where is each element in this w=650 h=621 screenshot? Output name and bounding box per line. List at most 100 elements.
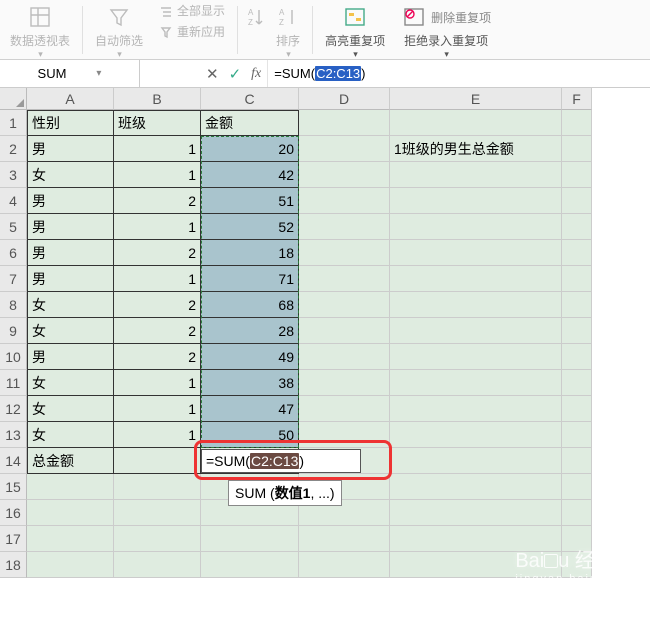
cell-D1[interactable] [299,110,390,136]
rowhead-5[interactable]: 5 [0,214,27,240]
rowhead-11[interactable]: 11 [0,370,27,396]
cell-D10[interactable] [299,344,390,370]
cell-A7[interactable]: 男 [27,266,114,292]
cell-D11[interactable] [299,370,390,396]
cell-E1[interactable] [390,110,562,136]
cell-E8[interactable] [390,292,562,318]
cell-A10[interactable]: 男 [27,344,114,370]
cell-E18[interactable] [390,552,562,578]
cell-D5[interactable] [299,214,390,240]
cell-B1[interactable]: 班级 [114,110,201,136]
cell-D12[interactable] [299,396,390,422]
rowhead-14[interactable]: 14 [0,448,27,474]
cell-F14[interactable] [562,448,592,474]
rowhead-13[interactable]: 13 [0,422,27,448]
cell-C9[interactable]: 28 [201,318,299,344]
cell-B15[interactable] [114,474,201,500]
cell-B5[interactable]: 1 [114,214,201,240]
colhead-A[interactable]: A [27,88,114,110]
rowhead-10[interactable]: 10 [0,344,27,370]
pivot-table-button[interactable]: 数据透视表▾ [4,2,76,60]
rowhead-7[interactable]: 7 [0,266,27,292]
cell-A12[interactable]: 女 [27,396,114,422]
cell-E7[interactable] [390,266,562,292]
cell-A1[interactable]: 性别 [27,110,114,136]
cell-D8[interactable] [299,292,390,318]
colhead-E[interactable]: E [390,88,562,110]
cell-D13[interactable] [299,422,390,448]
cell-B6[interactable]: 2 [114,240,201,266]
rowhead-4[interactable]: 4 [0,188,27,214]
cell-B11[interactable]: 1 [114,370,201,396]
cell-B10[interactable]: 2 [114,344,201,370]
cell-E3[interactable] [390,162,562,188]
cell-D6[interactable] [299,240,390,266]
active-cell-editor[interactable]: =SUM(C2:C13) [201,449,361,473]
rowhead-12[interactable]: 12 [0,396,27,422]
cell-F12[interactable] [562,396,592,422]
cell-D7[interactable] [299,266,390,292]
cell-A4[interactable]: 男 [27,188,114,214]
cell-C10[interactable]: 49 [201,344,299,370]
cell-F18[interactable] [562,552,592,578]
cell-B4[interactable]: 2 [114,188,201,214]
autofilter-button[interactable]: 自动筛选▾ [89,2,149,60]
cell-B8[interactable]: 2 [114,292,201,318]
cell-C7[interactable]: 71 [201,266,299,292]
cell-D4[interactable] [299,188,390,214]
colhead-F[interactable]: F [562,88,592,110]
cell-E4[interactable] [390,188,562,214]
cell-B2[interactable]: 1 [114,136,201,162]
colhead-D[interactable]: D [299,88,390,110]
cell-C2[interactable]: 20 [201,136,299,162]
cell-D3[interactable] [299,162,390,188]
cell-E5[interactable] [390,214,562,240]
cell-A8[interactable]: 女 [27,292,114,318]
cell-E9[interactable] [390,318,562,344]
cancel-button[interactable]: ✕ [206,65,219,83]
cell-A6[interactable]: 男 [27,240,114,266]
cell-C3[interactable]: 42 [201,162,299,188]
rowhead-8[interactable]: 8 [0,292,27,318]
rowhead-16[interactable]: 16 [0,500,27,526]
cell-A18[interactable] [27,552,114,578]
cell-B16[interactable] [114,500,201,526]
cell-C5[interactable]: 52 [201,214,299,240]
cell-A2[interactable]: 男 [27,136,114,162]
cell-A5[interactable]: 男 [27,214,114,240]
cell-F1[interactable] [562,110,592,136]
cell-E15[interactable] [390,474,562,500]
cell-A14[interactable]: 总金额 [27,448,114,474]
showall-button[interactable]: 全部显示 [159,2,225,19]
cell-F9[interactable] [562,318,592,344]
cell-B3[interactable]: 1 [114,162,201,188]
rowhead-15[interactable]: 15 [0,474,27,500]
cell-F3[interactable] [562,162,592,188]
cell-B13[interactable]: 1 [114,422,201,448]
cell-E12[interactable] [390,396,562,422]
cell-E14[interactable] [390,448,562,474]
cell-D17[interactable] [299,526,390,552]
cell-A9[interactable]: 女 [27,318,114,344]
rowhead-1[interactable]: 1 [0,110,27,136]
formula-input[interactable]: =SUM(C2:C13) [268,60,650,87]
cell-E11[interactable] [390,370,562,396]
cell-E16[interactable] [390,500,562,526]
cell-F15[interactable] [562,474,592,500]
colhead-C[interactable]: C [201,88,299,110]
cell-A15[interactable] [27,474,114,500]
cell-B18[interactable] [114,552,201,578]
cell-B9[interactable]: 2 [114,318,201,344]
rowhead-17[interactable]: 17 [0,526,27,552]
cell-E10[interactable] [390,344,562,370]
cell-F4[interactable] [562,188,592,214]
cell-F13[interactable] [562,422,592,448]
highlight-dup-button[interactable]: 高亮重复项▾ [319,2,391,60]
cell-F5[interactable] [562,214,592,240]
reapply-button[interactable]: 重新应用 [159,23,225,40]
cell-C1[interactable]: 金额 [201,110,299,136]
cell-D2[interactable] [299,136,390,162]
rowhead-6[interactable]: 6 [0,240,27,266]
cell-D18[interactable] [299,552,390,578]
cell-A3[interactable]: 女 [27,162,114,188]
